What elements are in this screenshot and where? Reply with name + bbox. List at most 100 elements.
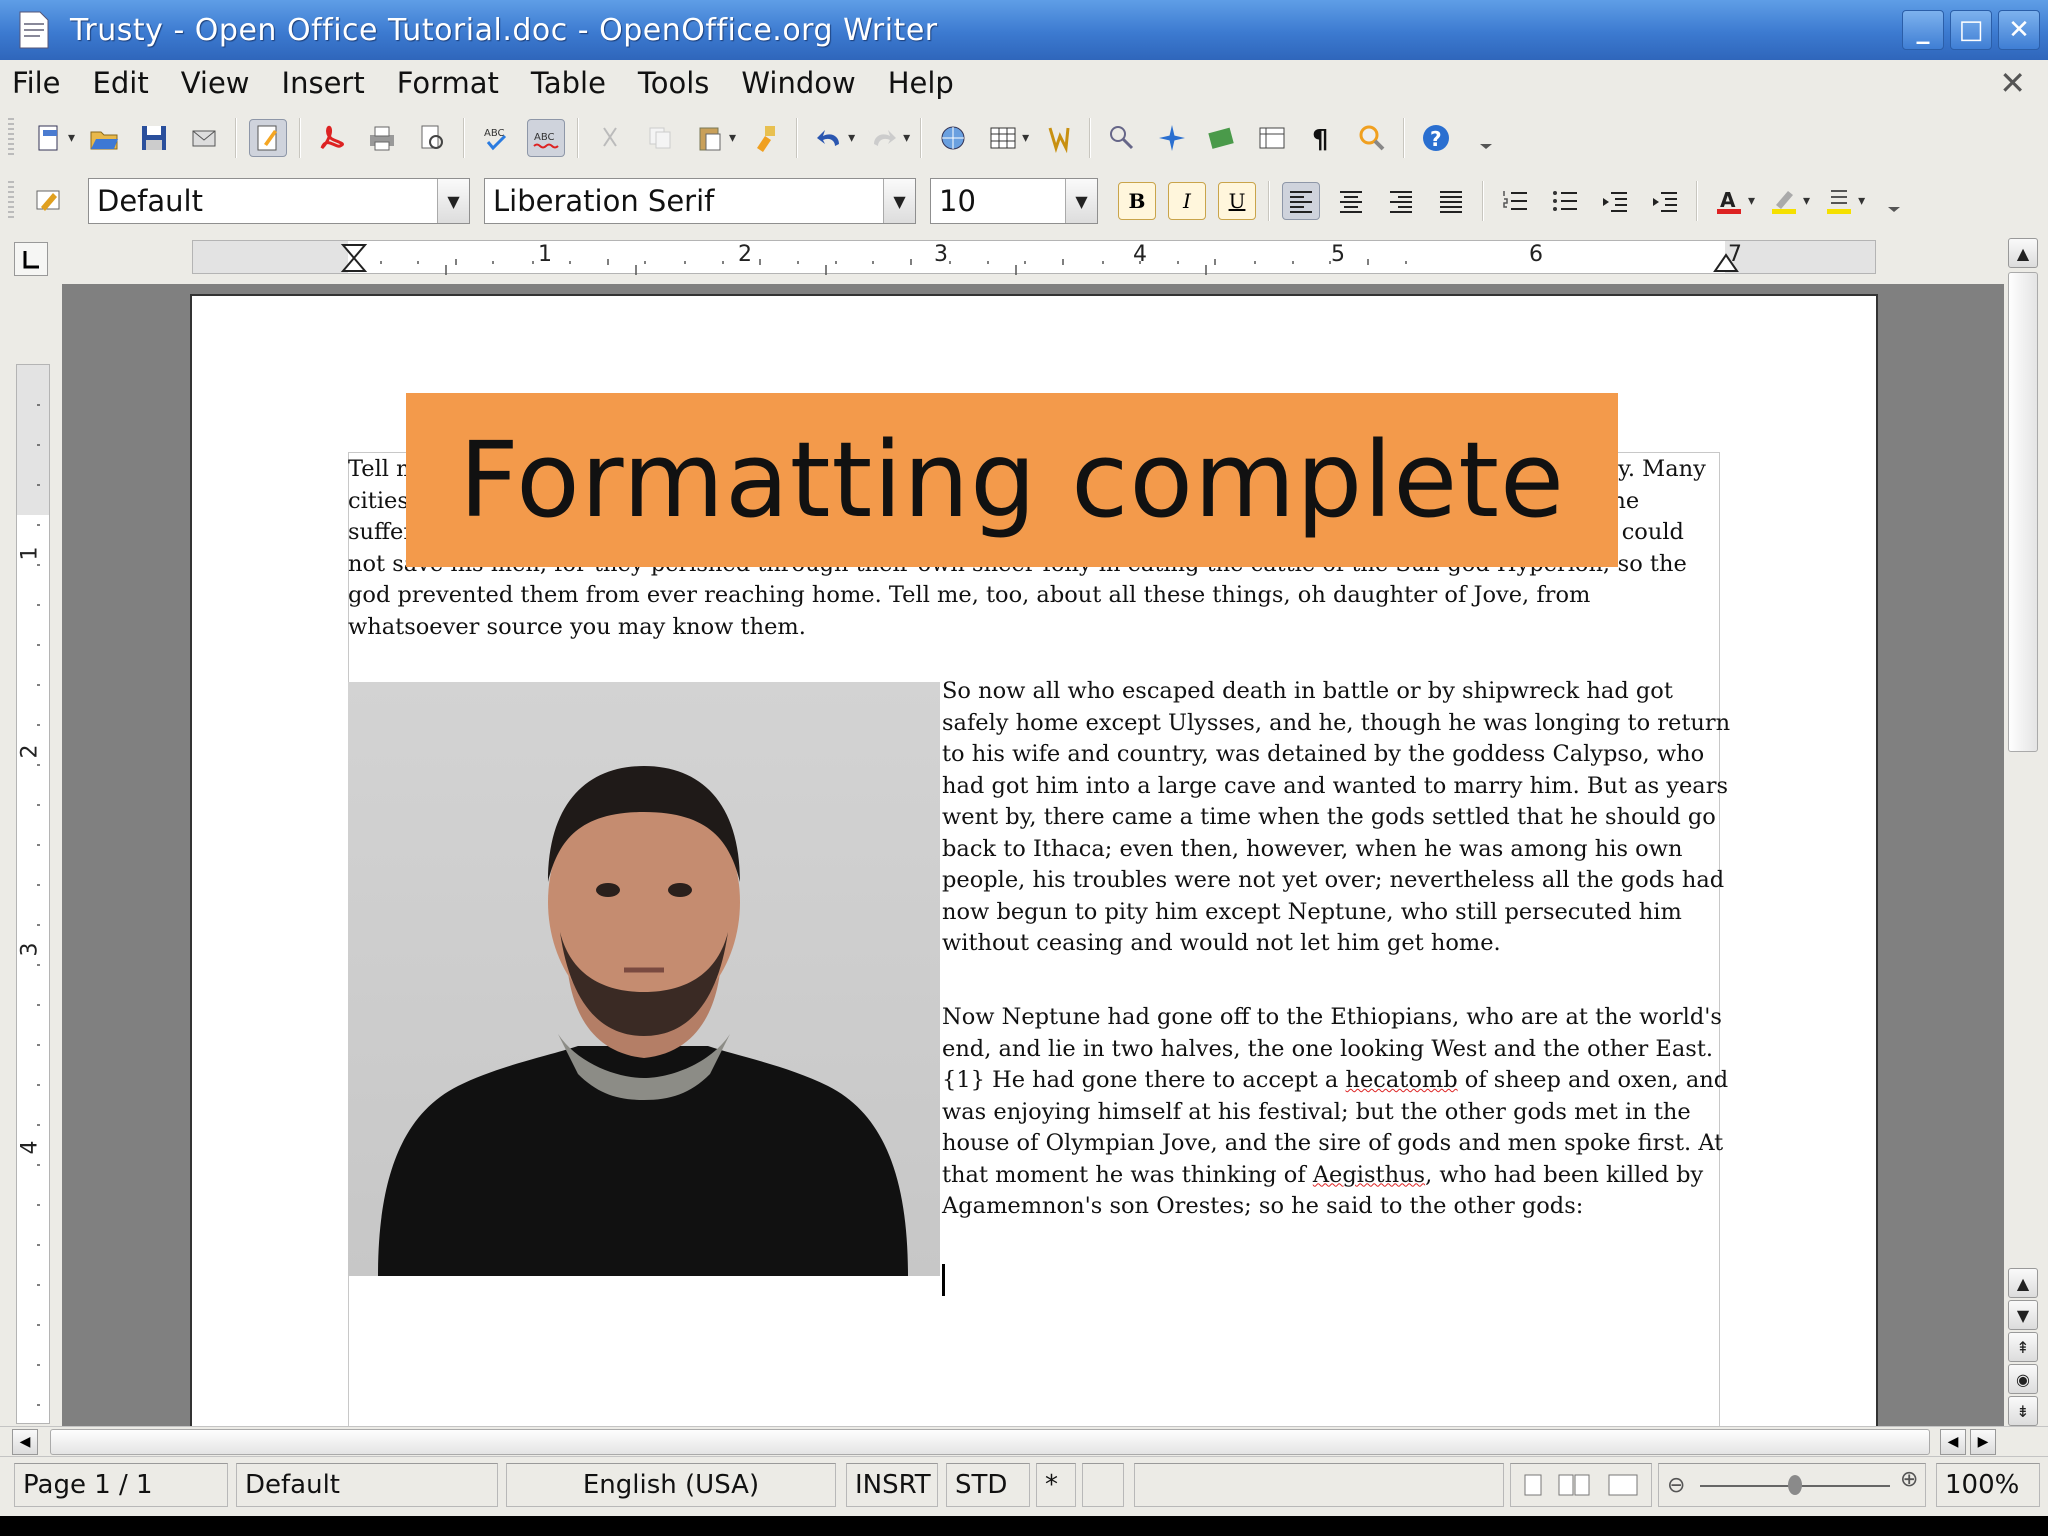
vertical-ruler[interactable]: 1 2 3 4	[16, 364, 50, 1424]
hyperlink-icon[interactable]	[934, 119, 972, 157]
edit-file-icon[interactable]	[249, 119, 288, 157]
scroll-right-icon[interactable]: ▶	[1970, 1429, 1996, 1455]
highlighting-dropdown-icon[interactable]: ▾	[1803, 193, 1810, 209]
decrease-indent-icon[interactable]	[1596, 182, 1634, 220]
tab-stop-selector[interactable]	[14, 242, 48, 276]
paragraph-3[interactable]: Now Neptune had gone off to the Ethiopia…	[942, 1002, 1732, 1223]
scroll-left-icon[interactable]: ◀	[12, 1429, 38, 1455]
cut-icon[interactable]	[591, 119, 629, 157]
language-indicator[interactable]: English (USA)	[506, 1463, 836, 1507]
increase-indent-icon[interactable]	[1646, 182, 1684, 220]
view-layout-icons[interactable]	[1510, 1463, 1652, 1507]
italic-button[interactable]: I	[1168, 182, 1206, 220]
align-center-icon[interactable]	[1332, 182, 1370, 220]
table-icon[interactable]	[984, 119, 1022, 157]
print-icon[interactable]	[363, 119, 401, 157]
scroll-left-icon[interactable]: ◀	[1940, 1429, 1966, 1455]
font-name-select[interactable]: Liberation Serif ▼	[484, 178, 916, 224]
numbering-icon[interactable]	[1496, 182, 1534, 220]
menu-insert[interactable]: Insert	[282, 66, 365, 100]
zoom-out-icon[interactable]: ⊖	[1667, 1473, 1685, 1498]
data-sources-icon[interactable]	[1253, 119, 1291, 157]
scroll-down-icon[interactable]: ▼	[2008, 1300, 2038, 1330]
navigation-icon[interactable]: ◉	[2008, 1364, 2038, 1394]
menu-file[interactable]: File	[12, 66, 61, 100]
toolbar-overflow-icon[interactable]	[1467, 119, 1505, 157]
font-color-icon[interactable]: A	[1710, 182, 1748, 220]
scroll-up-icon[interactable]: ▲	[2008, 1268, 2038, 1298]
scroll-up-icon[interactable]: ▲	[2008, 238, 2038, 268]
background-color-dropdown-icon[interactable]: ▾	[1858, 193, 1865, 209]
close-window-button[interactable]: ✕	[1998, 10, 2040, 50]
new-document-icon[interactable]	[30, 119, 68, 157]
toolbar-overflow-icon[interactable]	[1875, 182, 1913, 220]
redo-icon[interactable]	[865, 119, 903, 157]
find-replace-icon[interactable]	[1103, 119, 1141, 157]
horizontal-scrollbar[interactable]: ◀ ◀ ▶	[0, 1426, 2048, 1456]
menu-window[interactable]: Window	[741, 66, 855, 100]
navigator-icon[interactable]	[1153, 119, 1191, 157]
horizontal-ruler[interactable]: 1 2 3 4 5 6 7	[192, 240, 1876, 275]
page-indicator[interactable]: Page 1 / 1	[14, 1463, 228, 1507]
previous-page-icon[interactable]: ⇞	[2008, 1332, 2038, 1362]
font-color-dropdown-icon[interactable]: ▾	[1748, 193, 1755, 209]
underline-button[interactable]: U	[1218, 182, 1256, 220]
paragraph-style-select[interactable]: Default ▼	[88, 178, 470, 224]
menu-tools[interactable]: Tools	[638, 66, 709, 100]
background-color-icon[interactable]	[1820, 182, 1858, 220]
vertical-scrollbar[interactable]: ▲ ▲ ▼ ⇞ ◉ ⇟	[2004, 232, 2048, 1426]
bold-button[interactable]: B	[1118, 182, 1156, 220]
undo-dropdown-icon[interactable]: ▾	[848, 130, 855, 146]
gallery-icon[interactable]	[1203, 119, 1241, 157]
horizontal-scroll-thumb[interactable]	[50, 1429, 1930, 1455]
maximize-button[interactable]: □	[1950, 10, 1992, 50]
misspelled-word[interactable]: Aegisthus	[1313, 1162, 1425, 1188]
minimize-button[interactable]: _	[1902, 10, 1944, 50]
zoom-level[interactable]: 100%	[1936, 1463, 2040, 1507]
close-document-icon[interactable]: ✕	[1999, 64, 2026, 102]
styles-formatting-icon[interactable]	[30, 182, 68, 220]
font-size-select[interactable]: 10 ▼	[930, 178, 1098, 224]
toolbar-grip[interactable]	[8, 181, 14, 221]
page-style-indicator[interactable]: Default	[236, 1463, 498, 1507]
chevron-down-icon[interactable]: ▼	[883, 179, 915, 223]
spellcheck-icon[interactable]: ABC	[477, 119, 515, 157]
paragraph-2[interactable]: So now all who escaped death in battle o…	[942, 676, 1732, 960]
toolbar-grip[interactable]	[8, 118, 14, 158]
highlighting-icon[interactable]	[1765, 182, 1803, 220]
chevron-down-icon[interactable]: ▼	[437, 179, 469, 223]
menu-edit[interactable]: Edit	[93, 66, 149, 100]
vertical-scroll-thumb[interactable]	[2008, 272, 2038, 752]
help-icon[interactable]: ?	[1417, 119, 1455, 157]
align-right-icon[interactable]	[1382, 182, 1420, 220]
zoom-slider-handle[interactable]	[1788, 1475, 1802, 1495]
chevron-down-icon[interactable]: ▼	[1065, 179, 1097, 223]
table-dropdown-icon[interactable]: ▾	[1022, 130, 1029, 146]
justify-icon[interactable]	[1432, 182, 1470, 220]
formatting-marks-icon[interactable]: ¶	[1303, 119, 1341, 157]
new-dropdown-icon[interactable]: ▾	[68, 130, 75, 146]
bullets-icon[interactable]	[1546, 182, 1584, 220]
undo-icon[interactable]	[810, 119, 848, 157]
misspelled-word[interactable]: hecatomb	[1345, 1067, 1457, 1093]
page-preview-icon[interactable]	[413, 119, 451, 157]
menu-format[interactable]: Format	[397, 66, 499, 100]
menu-table[interactable]: Table	[531, 66, 606, 100]
zoom-icon[interactable]	[1353, 119, 1391, 157]
portrait-photo[interactable]	[348, 682, 940, 1276]
menu-view[interactable]: View	[181, 66, 250, 100]
next-page-icon[interactable]: ⇟	[2008, 1396, 2038, 1426]
zoom-in-icon[interactable]: ⊕	[1900, 1467, 1918, 1492]
selection-mode-indicator[interactable]: STD	[946, 1463, 1030, 1507]
clone-formatting-icon[interactable]	[746, 119, 784, 157]
align-left-icon[interactable]	[1282, 182, 1320, 220]
email-document-icon[interactable]	[185, 119, 223, 157]
copy-icon[interactable]	[641, 119, 679, 157]
paste-dropdown-icon[interactable]: ▾	[729, 130, 736, 146]
menu-help[interactable]: Help	[888, 66, 954, 100]
show-draw-functions-icon[interactable]	[1039, 119, 1077, 157]
insert-mode-indicator[interactable]: INSRT	[846, 1463, 938, 1507]
redo-dropdown-icon[interactable]: ▾	[903, 130, 910, 146]
export-pdf-icon[interactable]	[313, 119, 351, 157]
digital-signature-indicator[interactable]	[1082, 1463, 1124, 1507]
